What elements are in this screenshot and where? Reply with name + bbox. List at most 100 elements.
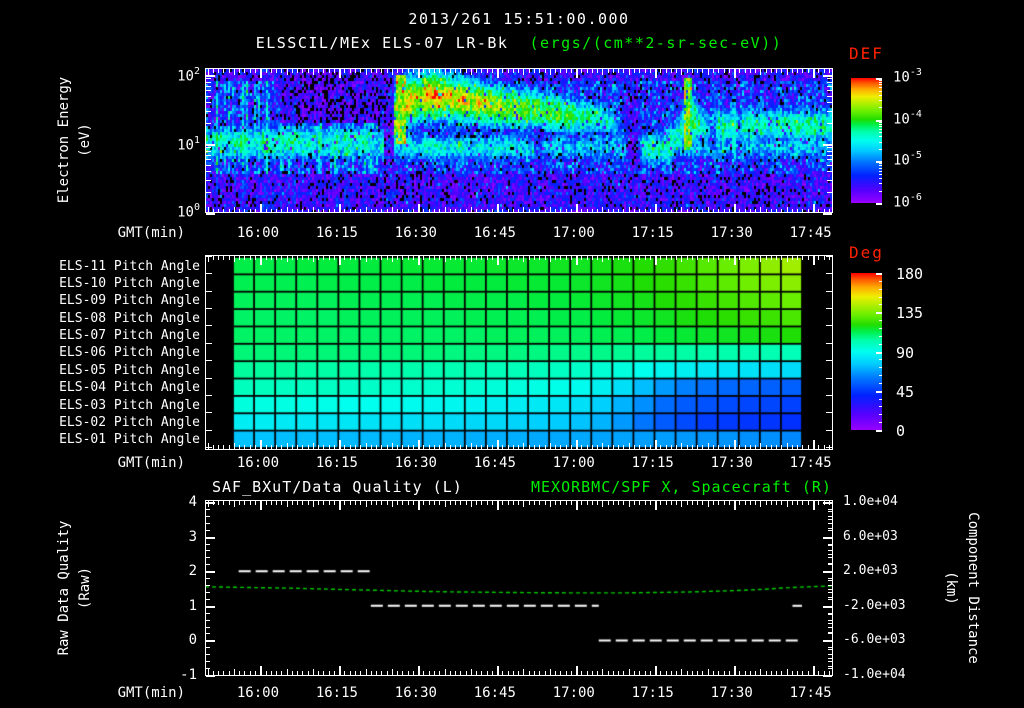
tick-mark [808, 671, 809, 675]
tick-mark [823, 606, 832, 608]
tick-mark [876, 312, 882, 314]
tick-mark [639, 671, 640, 675]
tick-mark [828, 580, 832, 581]
tick-mark [455, 501, 456, 505]
tick-mark [381, 209, 382, 213]
tick-mark [571, 501, 572, 505]
tick-mark [371, 69, 372, 73]
tick-mark [408, 501, 409, 505]
tick-mark [608, 501, 609, 505]
tick-mark [592, 209, 593, 213]
tick-mark [828, 545, 832, 546]
tick-mark [539, 69, 540, 73]
tick-mark [879, 297, 882, 298]
tick-mark [539, 501, 540, 505]
tick-mark [497, 501, 499, 510]
tick-mark [429, 209, 430, 213]
tick-mark [826, 378, 832, 379]
tick-mark [660, 69, 661, 73]
tick-mark [828, 563, 832, 564]
tick-mark [545, 69, 546, 73]
tick-mark [828, 649, 832, 650]
distance-y-tick-label: 6.0e+03 [843, 528, 898, 544]
tick-mark [739, 501, 740, 505]
tick-mark [797, 445, 798, 449]
tick-mark [828, 666, 832, 667]
spectrogram-y-axis-label: Electron Energy [56, 76, 72, 204]
tick-mark [813, 256, 815, 265]
tick-mark [492, 501, 493, 505]
tick-mark [466, 69, 467, 73]
tick-mark [206, 82, 211, 83]
tick-mark [255, 671, 256, 675]
tick-mark [429, 671, 430, 675]
tick-mark [450, 671, 451, 675]
tick-mark [376, 501, 377, 505]
tick-mark [292, 256, 293, 260]
tick-mark [560, 445, 561, 449]
tick-mark [497, 440, 499, 449]
tick-mark [297, 209, 298, 213]
tick-mark [755, 69, 756, 73]
tick-mark [318, 69, 319, 73]
tick-mark [206, 571, 215, 573]
tick-mark [308, 671, 309, 675]
tick-mark [592, 256, 593, 260]
spectrogram-y-tick-label: 100 [177, 202, 200, 221]
tick-mark [813, 69, 815, 78]
tick-mark [423, 671, 424, 675]
tick-mark [234, 669, 235, 675]
tick-mark [660, 501, 661, 505]
tick-mark [708, 69, 709, 75]
tick-mark [797, 256, 798, 260]
tick-mark [302, 501, 303, 505]
tick-mark [276, 501, 277, 505]
tick-mark [760, 669, 761, 675]
tick-mark [687, 445, 688, 449]
x-tick-label: 17:00 [552, 455, 595, 471]
tick-mark [879, 107, 882, 108]
tick-mark [434, 445, 435, 449]
tick-mark [302, 69, 303, 73]
tick-mark [687, 209, 688, 213]
tick-mark [755, 671, 756, 675]
tick-mark [597, 69, 598, 73]
pitch-row-label: ELS-09 Pitch Angle [59, 293, 200, 309]
tick-mark [566, 256, 567, 260]
tick-mark [797, 69, 798, 73]
tick-mark [618, 69, 619, 73]
tick-mark [828, 661, 832, 662]
tick-mark [826, 395, 832, 396]
tick-mark [502, 671, 503, 675]
quality-y-axis-label: Raw Data Quality [56, 520, 72, 656]
tick-mark [818, 501, 819, 505]
tick-mark [660, 209, 661, 213]
tick-mark [206, 661, 210, 662]
tick-mark [550, 256, 551, 262]
tick-mark [329, 69, 330, 73]
page-title-datetime: 2013/261 15:51:00.000 [408, 10, 630, 28]
tick-mark [323, 256, 324, 260]
tick-mark [297, 671, 298, 675]
tick-mark [608, 256, 609, 260]
tick-mark [602, 69, 603, 75]
tick-mark [313, 669, 314, 675]
tick-mark [708, 207, 709, 213]
tick-mark [223, 209, 224, 213]
tick-mark [423, 501, 424, 505]
pitch-row-label: ELS-08 Pitch Angle [59, 310, 200, 326]
plot-page: 2013/261 15:51:00.000 ELSSCIL/MEx ELS-07… [0, 0, 1024, 708]
quality-y-tick-label: 2 [188, 563, 197, 580]
tick-mark [828, 578, 832, 579]
tick-mark [613, 445, 614, 449]
tick-mark [397, 256, 398, 260]
tick-mark [645, 69, 646, 73]
distance-y-tick-label: -6.0e+03 [843, 632, 906, 648]
tick-mark [602, 669, 603, 675]
tick-mark [566, 445, 567, 449]
tick-mark [808, 501, 809, 505]
tick-mark [776, 671, 777, 675]
tick-mark [276, 445, 277, 449]
tick-mark [828, 511, 832, 512]
tick-mark [439, 256, 440, 260]
